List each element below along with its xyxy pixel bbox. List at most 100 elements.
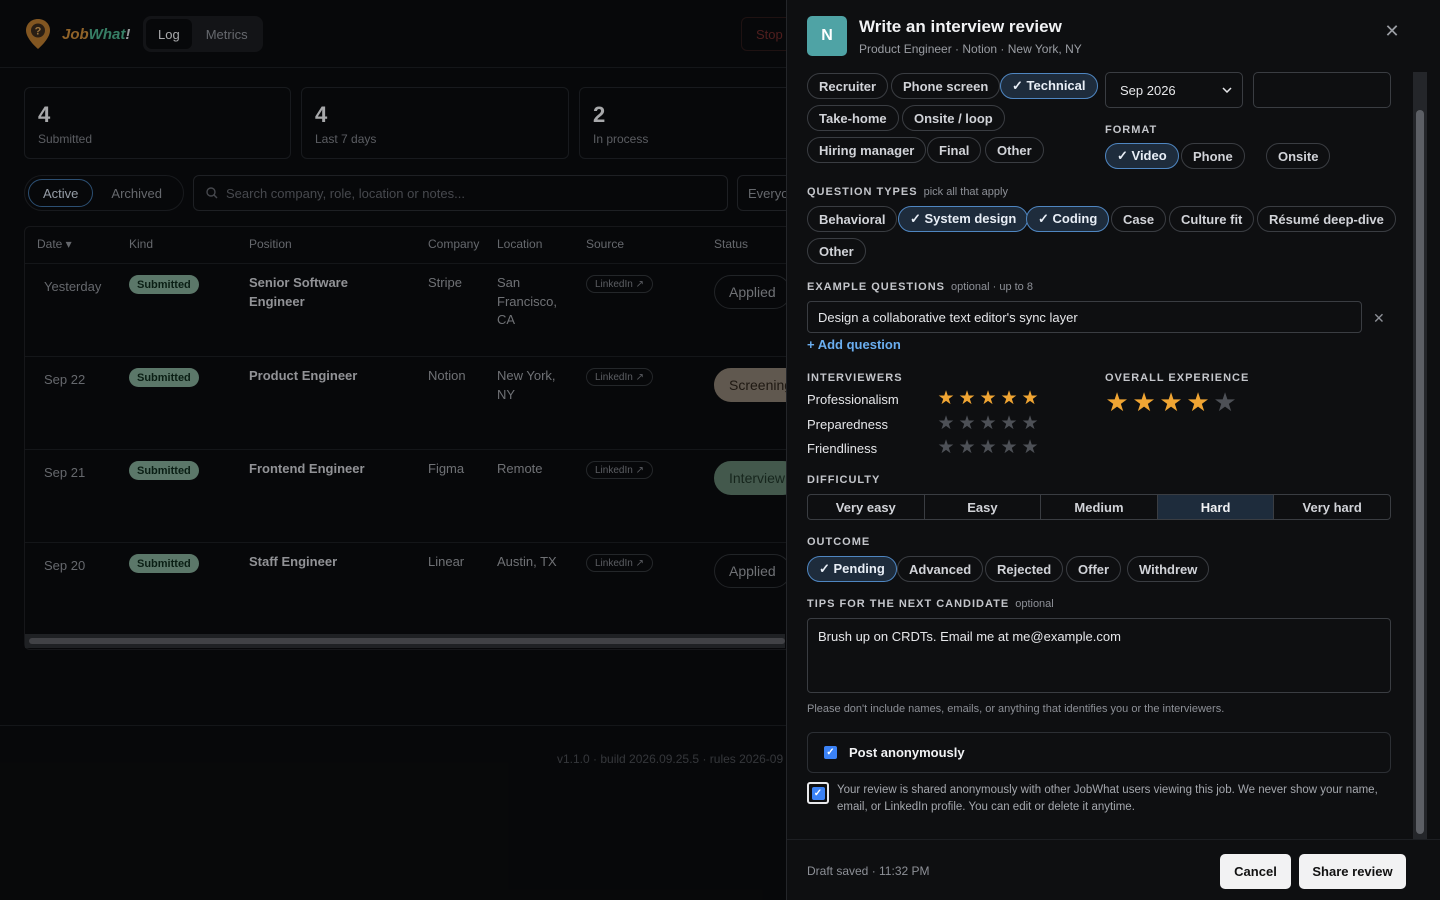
difficulty-selector: Very easy Easy Medium Hard Very hard bbox=[807, 494, 1391, 520]
qtype-chip-other[interactable]: Other bbox=[807, 238, 866, 264]
vertical-scrollbar[interactable] bbox=[1413, 72, 1427, 839]
format-label: FORMAT bbox=[1105, 124, 1158, 136]
chevron-down-icon bbox=[1222, 87, 1232, 93]
outcome-chip-pending[interactable]: ✓ Pending bbox=[807, 556, 897, 582]
share-review-button[interactable]: Share review bbox=[1299, 854, 1406, 889]
qtype-chip-culture-fit[interactable]: Culture fit bbox=[1169, 206, 1255, 232]
star-icon[interactable]: ★ bbox=[937, 438, 955, 457]
consent-text: Your review is shared anonymously with o… bbox=[837, 784, 1378, 813]
star-rating[interactable]: ★ ★ ★ ★ ★ bbox=[937, 414, 1039, 433]
drawer-body: Recruiter Phone screen ✓ Technical Take-… bbox=[787, 72, 1440, 839]
stage-chip-phone-screen[interactable]: Phone screen bbox=[891, 73, 1001, 99]
tips-textarea[interactable]: Brush up on CRDTs. Email me at me@exampl… bbox=[807, 618, 1391, 693]
consent-checkbox[interactable]: ✓ bbox=[807, 782, 829, 804]
star-icon[interactable]: ★ bbox=[1105, 389, 1129, 415]
star-icon[interactable]: ★ bbox=[1132, 389, 1156, 415]
question-types-label: QUESTION TYPES pick all that apply bbox=[807, 186, 1008, 198]
star-icon[interactable]: ★ bbox=[979, 414, 997, 433]
star-rating[interactable]: ★ ★ ★ ★ ★ bbox=[937, 389, 1039, 408]
stage-chip-recruiter[interactable]: Recruiter bbox=[807, 73, 889, 99]
check-icon: ✓ bbox=[811, 786, 825, 800]
question-types-title: QUESTION TYPES bbox=[807, 186, 918, 198]
rating-row-friendliness: Friendliness ★ ★ ★ ★ ★ bbox=[807, 438, 1039, 457]
qtype-chip-case[interactable]: Case bbox=[1111, 206, 1167, 232]
stage-chip-other[interactable]: Other bbox=[985, 137, 1044, 163]
qtype-chip-resume-deep-dive[interactable]: Résumé deep-dive bbox=[1257, 206, 1396, 232]
outcome-label: OUTCOME bbox=[807, 536, 871, 548]
star-icon[interactable]: ★ bbox=[958, 389, 976, 408]
overall-experience-label: OVERALL EXPERIENCE bbox=[1105, 372, 1250, 384]
scrollbar-thumb[interactable] bbox=[1416, 110, 1424, 834]
post-anonymously-option[interactable]: ✓ Post anonymously bbox=[807, 732, 1391, 773]
example-question-input[interactable]: Design a collaborative text editor's syn… bbox=[807, 301, 1362, 333]
remove-question-icon[interactable]: ✕ bbox=[1373, 310, 1385, 327]
drawer-header: N Write an interview review Product Engi… bbox=[787, 0, 1440, 72]
qtype-chip-behavioral[interactable]: Behavioral bbox=[807, 206, 898, 232]
outcome-chip-withdrew[interactable]: Withdrew bbox=[1127, 556, 1210, 582]
difficulty-very-hard[interactable]: Very hard bbox=[1274, 495, 1390, 519]
privacy-note: Please don't include names, emails, or a… bbox=[807, 703, 1225, 715]
format-chip-phone[interactable]: Phone bbox=[1181, 143, 1245, 169]
close-icon[interactable]: ✕ bbox=[1383, 22, 1401, 40]
star-icon[interactable]: ★ bbox=[1021, 438, 1039, 457]
outcome-chip-offer[interactable]: Offer bbox=[1066, 556, 1122, 582]
star-icon[interactable]: ★ bbox=[958, 438, 976, 457]
tips-label: TIPS FOR THE NEXT CANDIDATE optional bbox=[807, 598, 1054, 610]
stage-chip-hiring-manager[interactable]: Hiring manager bbox=[807, 137, 927, 163]
interviewers-label: INTERVIEWERS bbox=[807, 372, 903, 384]
star-icon[interactable]: ★ bbox=[1000, 389, 1018, 408]
rating-row-professionalism: Professionalism ★ ★ ★ ★ ★ bbox=[807, 389, 1039, 408]
format-chip-onsite[interactable]: Onsite bbox=[1266, 143, 1331, 169]
outcome-chip-advanced[interactable]: Advanced bbox=[897, 556, 984, 582]
consent-row: ✓ Your review is shared anonymously with… bbox=[807, 782, 1397, 816]
stage-chip-technical[interactable]: ✓ Technical bbox=[1000, 73, 1098, 99]
example-questions-hint: optional · up to 8 bbox=[951, 281, 1033, 293]
rating-label: Preparedness bbox=[807, 416, 888, 432]
rating-label: Friendliness bbox=[807, 440, 878, 456]
stage-chip-take-home[interactable]: Take-home bbox=[807, 105, 899, 131]
star-icon[interactable]: ★ bbox=[1186, 389, 1210, 415]
qtype-chip-system-design[interactable]: ✓ System design bbox=[898, 206, 1029, 232]
rating-label: Professionalism bbox=[807, 391, 899, 407]
outcome-chip-rejected[interactable]: Rejected bbox=[985, 556, 1064, 582]
star-icon[interactable]: ★ bbox=[979, 389, 997, 408]
star-icon[interactable]: ★ bbox=[958, 414, 976, 433]
star-icon[interactable]: ★ bbox=[937, 389, 955, 408]
add-question-link[interactable]: + Add question bbox=[807, 337, 901, 352]
post-anonymously-label: Post anonymously bbox=[849, 745, 965, 760]
drawer-subtitle: Product Engineer · Notion · New York, NY bbox=[859, 42, 1082, 56]
star-icon[interactable]: ★ bbox=[1159, 389, 1183, 415]
question-types-hint: pick all that apply bbox=[923, 186, 1008, 198]
review-drawer: N Write an interview review Product Engi… bbox=[786, 0, 1440, 900]
format-chip-video[interactable]: ✓ Video bbox=[1105, 143, 1179, 169]
example-questions-label: EXAMPLE QUESTIONS optional · up to 8 bbox=[807, 281, 1033, 293]
star-icon[interactable]: ★ bbox=[1213, 389, 1237, 415]
star-icon[interactable]: ★ bbox=[937, 414, 955, 433]
overall-star-rating[interactable]: ★ ★ ★ ★ ★ bbox=[1105, 389, 1237, 415]
modal-backdrop[interactable] bbox=[0, 0, 786, 900]
difficulty-medium[interactable]: Medium bbox=[1041, 495, 1158, 519]
tips-title: TIPS FOR THE NEXT CANDIDATE bbox=[807, 598, 1010, 610]
cancel-button[interactable]: Cancel bbox=[1220, 854, 1291, 889]
star-icon[interactable]: ★ bbox=[1000, 414, 1018, 433]
month-select[interactable]: Sep 2026 bbox=[1105, 72, 1243, 108]
rating-row-preparedness: Preparedness ★ ★ ★ ★ ★ bbox=[807, 414, 1039, 433]
star-icon[interactable]: ★ bbox=[979, 438, 997, 457]
difficulty-very-easy[interactable]: Very easy bbox=[808, 495, 925, 519]
difficulty-easy[interactable]: Easy bbox=[925, 495, 1042, 519]
difficulty-hard[interactable]: Hard bbox=[1157, 495, 1275, 519]
secondary-input[interactable] bbox=[1253, 72, 1391, 108]
company-avatar: N bbox=[807, 16, 847, 56]
star-icon[interactable]: ★ bbox=[1000, 438, 1018, 457]
post-anonymously-checkbox[interactable]: ✓ bbox=[824, 746, 837, 759]
stage-chip-onsite-loop[interactable]: Onsite / loop bbox=[902, 105, 1005, 131]
stage-chip-final[interactable]: Final bbox=[927, 137, 982, 163]
star-icon[interactable]: ★ bbox=[1021, 389, 1039, 408]
example-questions-title: EXAMPLE QUESTIONS bbox=[807, 281, 946, 293]
star-rating[interactable]: ★ ★ ★ ★ ★ bbox=[937, 438, 1039, 457]
qtype-chip-coding[interactable]: ✓ Coding bbox=[1026, 206, 1110, 232]
tips-hint: optional bbox=[1015, 598, 1054, 610]
month-select-value: Sep 2026 bbox=[1120, 82, 1176, 98]
star-icon[interactable]: ★ bbox=[1021, 414, 1039, 433]
difficulty-label: DIFFICULTY bbox=[807, 474, 881, 486]
